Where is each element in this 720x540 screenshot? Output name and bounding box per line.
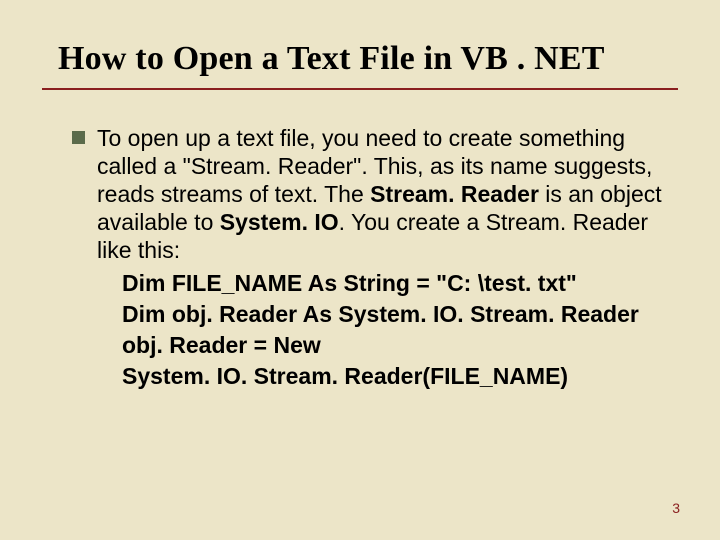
bullet-icon (72, 131, 85, 144)
body-text: To open up a text file, you need to crea… (97, 125, 662, 263)
bullet-content: To open up a text file, you need to crea… (97, 124, 668, 392)
slide-body: To open up a text file, you need to crea… (0, 90, 720, 392)
text-bold: Stream. Reader (370, 181, 539, 207)
page-number: 3 (672, 500, 680, 516)
code-line: Dim FILE_NAME As String = "C: \test. txt… (122, 268, 668, 299)
code-block: Dim FILE_NAME As String = "C: \test. txt… (122, 268, 668, 392)
bullet-item: To open up a text file, you need to crea… (72, 124, 668, 392)
code-line: obj. Reader = New (122, 330, 668, 361)
slide: How to Open a Text File in VB . NET To o… (0, 0, 720, 540)
code-line: System. IO. Stream. Reader(FILE_NAME) (122, 361, 668, 392)
text-bold: System. IO (220, 209, 339, 235)
slide-title: How to Open a Text File in VB . NET (0, 0, 720, 84)
code-line: Dim obj. Reader As System. IO. Stream. R… (122, 299, 668, 330)
